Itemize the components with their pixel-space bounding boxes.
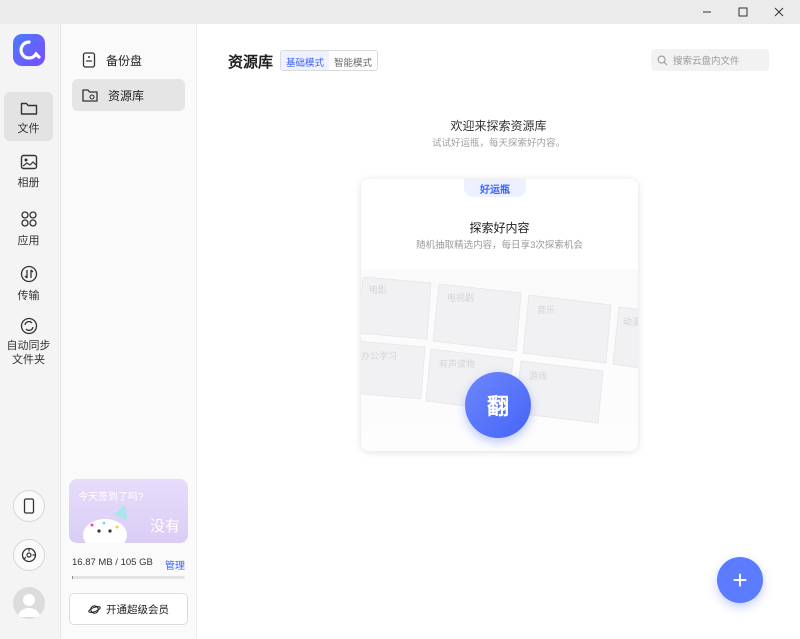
maximize-icon[interactable]: [726, 0, 760, 24]
mode-switch: 基础模式 智能模式: [280, 50, 379, 71]
rail-item-photos[interactable]: 相册: [4, 154, 53, 190]
avatar[interactable]: [13, 587, 45, 619]
page-title: 资源库: [228, 54, 274, 71]
rail-item-label: 应用: [17, 235, 40, 247]
tile-label: 电影: [369, 284, 387, 295]
welcome-title: 欢迎来探索资源库: [450, 119, 547, 133]
lucky-bottle-card: 好运瓶 探索好内容 随机抽取精选内容，每日享3次探索机会 电影 电视剧 音乐 动…: [361, 179, 638, 451]
rail-item-label: 传输: [17, 290, 40, 302]
title-bar: [0, 0, 800, 24]
apps-icon: [20, 211, 37, 227]
card-subtitle: 随机抽取精选内容，每日享3次探索机会: [416, 240, 583, 251]
app-window: 文件 相册 应用 传输 自动同步 文件夹 备份盘 资源库 今天签到了吗? 没有 …: [0, 0, 800, 639]
vip-upgrade-button[interactable]: 开通超级会员: [69, 593, 188, 625]
backup-drive-icon: [82, 52, 96, 68]
library-folder-icon: [82, 89, 98, 102]
rail-item-label: 自动同步 文件夹: [6, 340, 51, 366]
storage-progress-bar: [72, 576, 185, 579]
rail-item-files[interactable]: 文件: [4, 92, 53, 141]
mode-smart-tab[interactable]: 智能模式: [329, 51, 377, 70]
checkin-promo-banner[interactable]: 今天签到了吗? 没有: [69, 479, 188, 543]
photo-icon: [20, 154, 37, 170]
search-placeholder: 搜索云盘内文件: [673, 56, 740, 67]
tile-label: 电视剧: [447, 292, 474, 303]
tile-label: 游戏: [529, 370, 547, 381]
secondary-sidebar: 备份盘 资源库 今天签到了吗? 没有 16.87 MB / 105 GB 管理 …: [61, 24, 197, 639]
sidebar-item-library[interactable]: 资源库: [72, 79, 185, 111]
manage-storage-link[interactable]: 管理: [165, 557, 185, 572]
settings-icon[interactable]: [13, 539, 45, 571]
vip-button-label: 开通超级会员: [106, 603, 169, 616]
flip-button[interactable]: 翻: [465, 372, 531, 438]
transfer-icon: [20, 265, 37, 283]
folder-icon: [20, 102, 37, 115]
mascot-illustration: [83, 505, 127, 543]
main-panel: 资源库 基础模式 智能模式 搜索云盘内文件 欢迎来探索资源库 试试好运瓶，每天探…: [197, 24, 800, 639]
sidebar-item-backup[interactable]: 备份盘: [72, 44, 185, 76]
tile-label: 动漫: [623, 316, 638, 327]
sidebar-item-label: 备份盘: [106, 53, 143, 68]
app-logo: [13, 34, 45, 66]
rail-item-apps[interactable]: 应用: [4, 210, 53, 248]
mode-basic-tab[interactable]: 基础模式: [281, 51, 330, 70]
search-icon: [657, 55, 668, 65]
card-title: 探索好内容: [469, 221, 530, 235]
rail-item-sync-folder[interactable]: 自动同步 文件夹: [4, 317, 53, 367]
welcome-subtitle: 试试好运瓶，每天探索好内容。: [431, 138, 565, 149]
sync-icon: [20, 317, 37, 335]
rail-item-label: 文件: [17, 123, 40, 135]
close-icon[interactable]: [762, 0, 796, 24]
add-button[interactable]: +: [717, 557, 763, 603]
rail-item-transfer[interactable]: 传输: [4, 265, 53, 303]
promo-badge: 没有: [149, 518, 180, 535]
tile-label: 办公学习: [361, 350, 397, 361]
left-rail: 文件 相册 应用 传输 自动同步 文件夹: [0, 24, 61, 639]
storage-usage-text: 16.87 MB / 105 GB: [72, 557, 153, 568]
phone-icon[interactable]: [13, 490, 45, 522]
tile-label: 音乐: [537, 304, 555, 315]
sidebar-item-label: 资源库: [108, 88, 145, 103]
minimize-icon[interactable]: [690, 0, 724, 24]
search-input[interactable]: 搜索云盘内文件: [651, 49, 769, 71]
tile-label: 有声读物: [439, 358, 475, 369]
lucky-bottle-tag: 好运瓶: [464, 179, 526, 197]
rail-item-label: 相册: [17, 177, 40, 189]
planet-icon: [88, 604, 101, 614]
